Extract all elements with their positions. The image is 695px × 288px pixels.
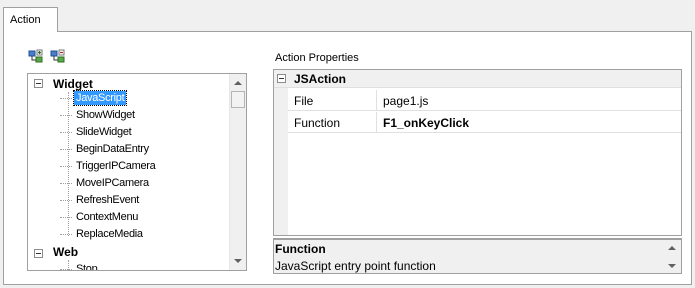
property-row-file[interactable]: File page1.js [288, 90, 681, 111]
tree-scrollbar[interactable] [229, 74, 246, 270]
category-label: JSAction [294, 72, 347, 86]
category-row[interactable]: JSAction [274, 70, 681, 88]
help-scrollbar[interactable] [664, 240, 681, 273]
scroll-down-icon[interactable] [668, 264, 676, 268]
action-tree[interactable]: Widget JavaScript ShowWidget SlideWidget… [27, 73, 247, 271]
help-description: JavaScript entry point function [275, 259, 436, 273]
property-name: Function [288, 112, 377, 133]
remove-action-icon[interactable] [50, 49, 66, 65]
tree-group-web[interactable]: Web [53, 245, 78, 259]
scroll-up-icon[interactable] [668, 246, 676, 250]
scroll-down-icon[interactable] [234, 259, 242, 263]
property-value[interactable]: F1_onKeyClick [383, 116, 469, 130]
property-value[interactable]: page1.js [383, 94, 428, 108]
property-name: File [288, 90, 377, 111]
property-help-pane: Function JavaScript entry point function [273, 238, 682, 274]
help-title: Function [275, 242, 326, 256]
scroll-thumb[interactable] [231, 91, 245, 108]
add-action-icon[interactable] [28, 49, 44, 65]
tree-connector [68, 92, 69, 236]
tab-action[interactable]: Action [3, 7, 58, 32]
collapse-web-icon[interactable] [34, 249, 43, 258]
property-grid[interactable]: JSAction File page1.js Function F1_onKey… [273, 69, 682, 236]
grid-margin [274, 70, 288, 235]
property-row-function[interactable]: Function F1_onKeyClick [288, 112, 681, 133]
collapse-category-icon[interactable] [277, 74, 286, 83]
scroll-up-icon[interactable] [234, 81, 242, 85]
tab-strip: Action [0, 0, 695, 32]
properties-title: Action Properties [275, 52, 359, 64]
tree-group-widget[interactable]: Widget [53, 77, 93, 91]
collapse-widget-icon[interactable] [34, 79, 43, 88]
